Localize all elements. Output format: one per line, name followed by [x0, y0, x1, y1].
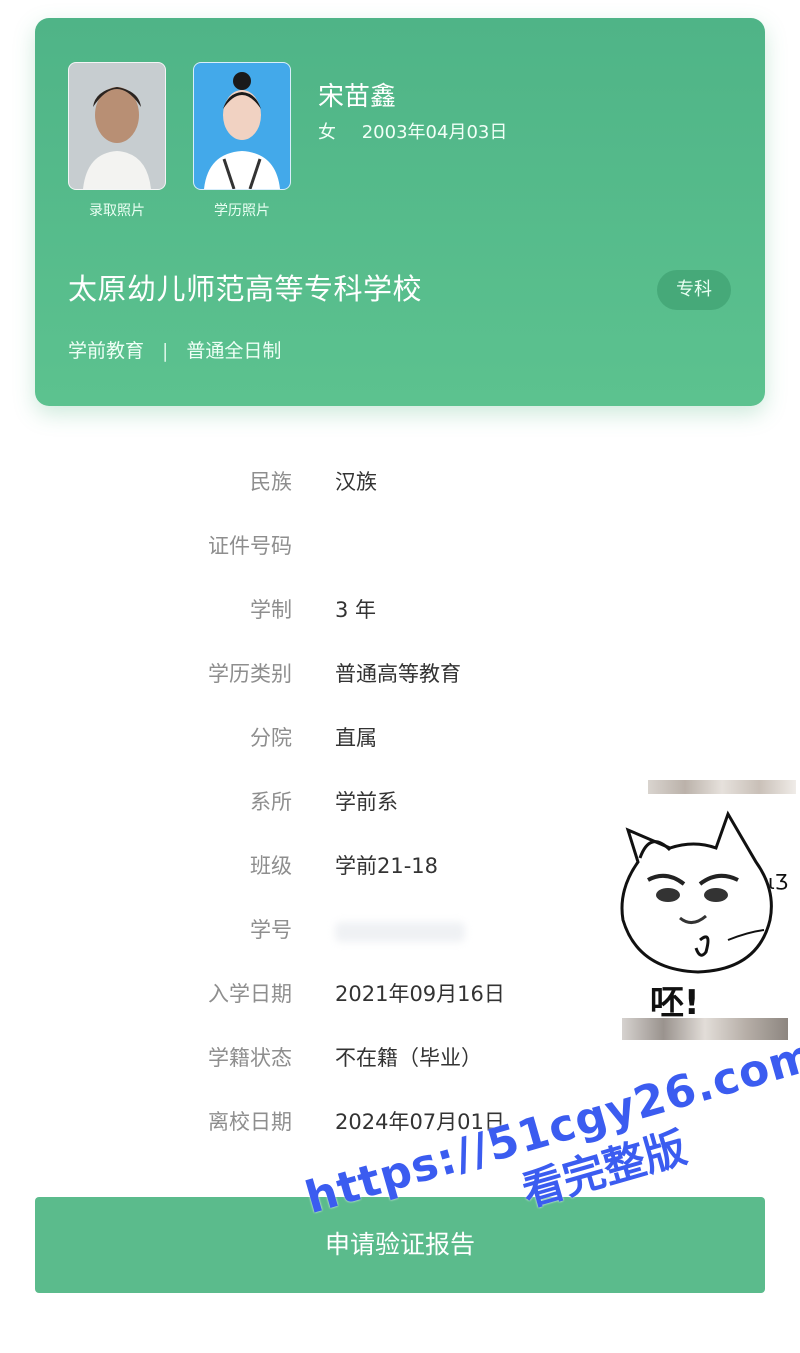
- detail-label: 学制: [250, 598, 292, 622]
- detail-value: 普通高等教育: [335, 662, 461, 686]
- detail-label: 分院: [250, 726, 292, 750]
- student-name: 宋苗鑫: [318, 82, 397, 112]
- pixelated-strip-bottom: [622, 1018, 788, 1040]
- detail-row-ethnicity: 民族 汉族: [0, 450, 800, 514]
- detail-value: 不在籍（毕业）: [335, 1046, 482, 1070]
- education-photo-block: 学历照片: [193, 62, 291, 220]
- detail-label: 学籍状态: [208, 1046, 292, 1070]
- birth-date: 2003年04月03日: [361, 122, 508, 143]
- admission-photo-caption: 录取照片: [89, 203, 145, 219]
- admission-photo-block: 录取照片: [68, 62, 166, 220]
- detail-label: 系所: [250, 790, 292, 814]
- detail-row-education-type: 学历类别 普通高等教育: [0, 642, 800, 706]
- detail-value: 直属: [335, 726, 377, 750]
- detail-label: 学号: [250, 918, 292, 942]
- gender: 女: [318, 122, 336, 143]
- major: 学前教育: [68, 340, 145, 362]
- detail-label: 证件号码: [208, 534, 292, 558]
- detail-value: 学前系: [335, 790, 398, 814]
- study-form: 普通全日制: [186, 340, 282, 362]
- detail-value: 汉族: [335, 470, 377, 494]
- school-name: 太原幼儿师范高等专科学校: [68, 272, 423, 306]
- detail-label: 学历类别: [208, 662, 292, 686]
- detail-label: 入学日期: [208, 982, 292, 1006]
- education-photo: [193, 62, 291, 190]
- detail-value: 2021年09月16日: [335, 982, 505, 1006]
- blurred-student-id: [335, 922, 465, 942]
- detail-row-branch: 分院 直属: [0, 706, 800, 770]
- meme-sticker: ɩƷ 呸!: [588, 770, 800, 1050]
- detail-row-duration: 学制 3 年: [0, 578, 800, 642]
- education-photo-caption: 学历照片: [214, 203, 270, 219]
- cat-face-icon: [620, 810, 773, 974]
- detail-row-id-number: 证件号码: [0, 514, 800, 578]
- sticker-caption: 呸!: [650, 983, 700, 1023]
- detail-value: 3 年: [335, 598, 377, 622]
- sticker-scribble: ɩƷ: [768, 870, 789, 894]
- meta-separator: |: [162, 340, 169, 362]
- gender-birth-line: 女 2003年04月03日: [318, 118, 527, 144]
- student-info-card: 录取照片 学历照片 宋苗鑫 女 2003年04月03日 太原幼儿师范高等专科学校…: [35, 18, 765, 406]
- major-info: 学前教育 | 普通全日制: [68, 336, 281, 363]
- admission-photo: [68, 62, 166, 190]
- pixelated-strip-top: [648, 780, 796, 794]
- detail-label: 离校日期: [208, 1110, 292, 1134]
- detail-label: 班级: [250, 854, 292, 878]
- detail-value: 学前21-18: [335, 854, 439, 878]
- detail-label: 民族: [250, 470, 292, 494]
- level-badge: 专科: [657, 270, 731, 310]
